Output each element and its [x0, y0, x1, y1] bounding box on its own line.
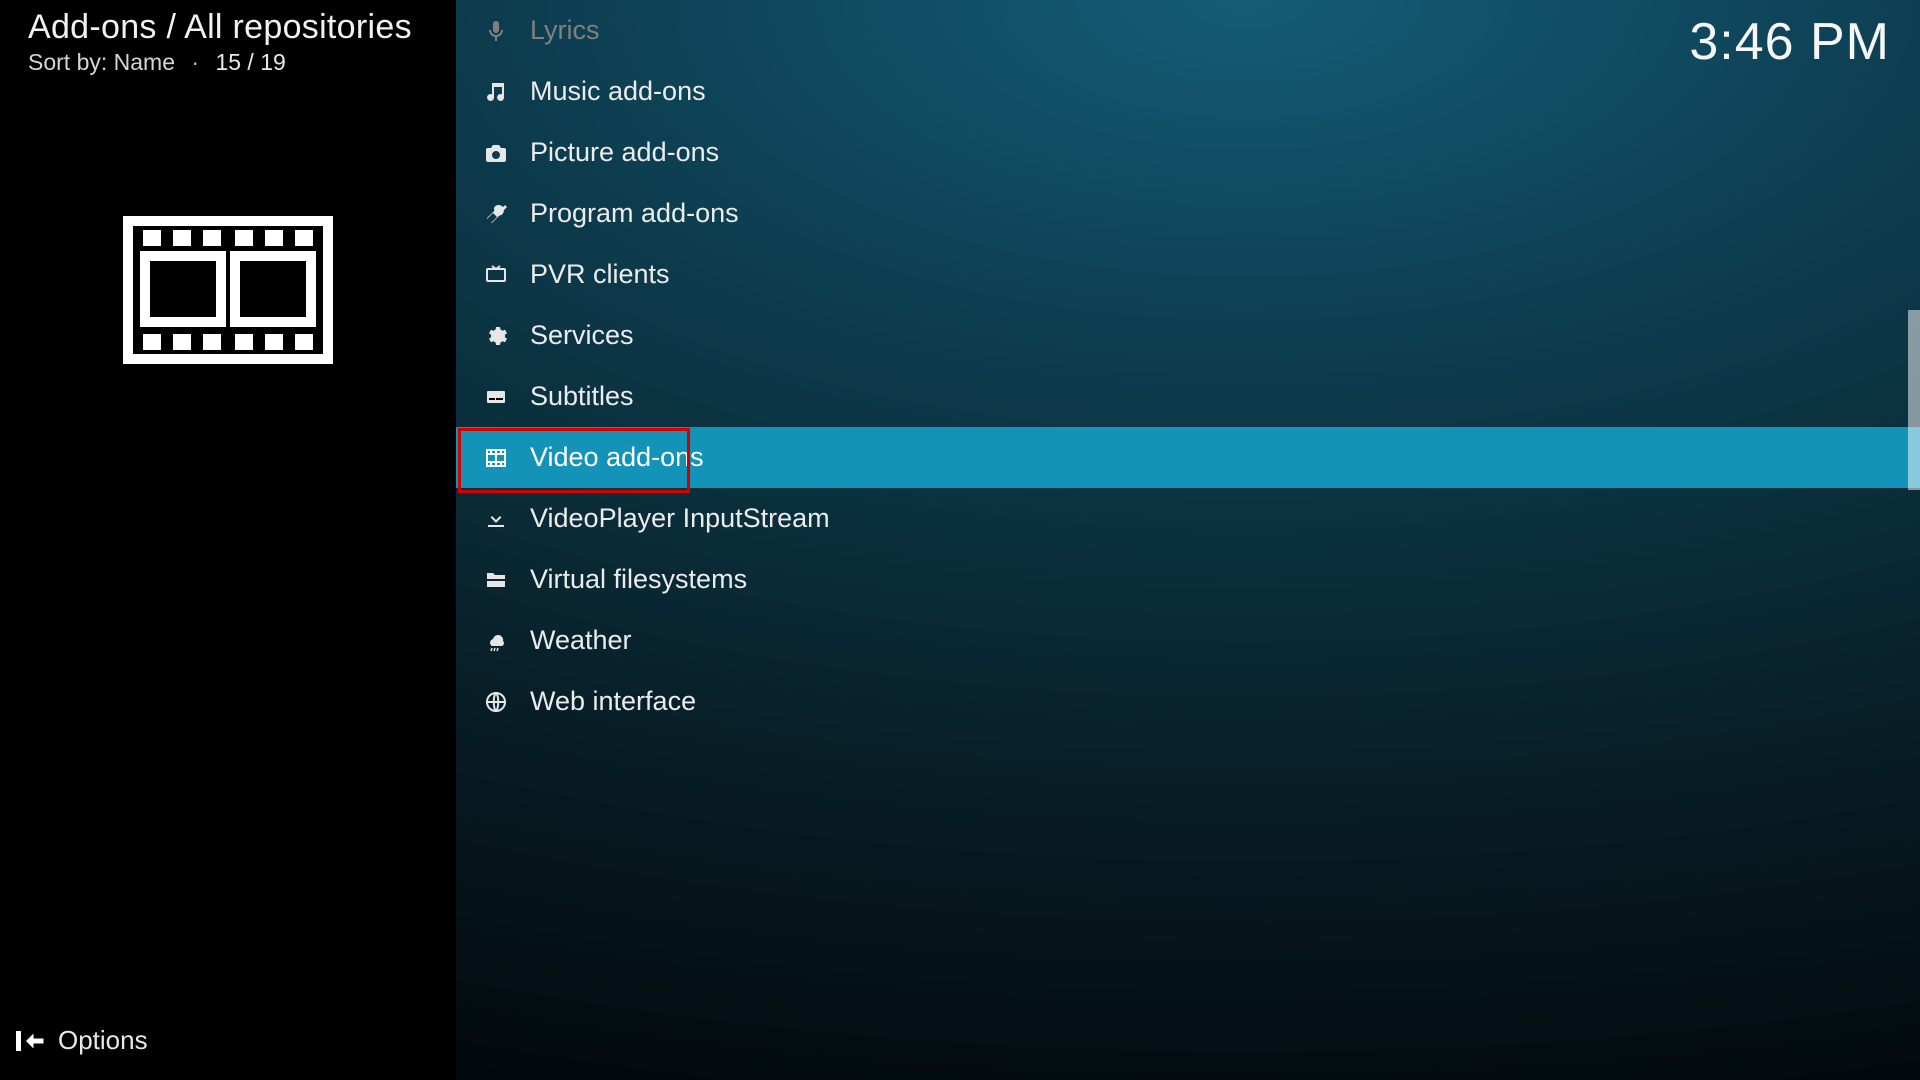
sidebar: Add-ons / All repositories Sort by: Name…	[0, 0, 456, 1080]
category-art-film-icon	[123, 216, 333, 364]
tools-icon	[476, 194, 516, 234]
list-item-picture-addons[interactable]: Picture add-ons	[456, 122, 1920, 183]
options-label: Options	[58, 1025, 148, 1056]
list-item-videoplayer-inputstream[interactable]: VideoPlayer InputStream	[456, 488, 1920, 549]
breadcrumb: Add-ons / All repositories	[0, 0, 456, 47]
sort-separator: ·	[191, 49, 199, 75]
weather-icon	[476, 621, 516, 661]
list-item-label: Lyrics	[530, 15, 600, 46]
options-icon	[16, 1026, 46, 1056]
list-item-label: Video add-ons	[530, 442, 704, 473]
list-item-label: Picture add-ons	[530, 137, 719, 168]
gear-icon	[476, 316, 516, 356]
list-item-subtitles[interactable]: Subtitles	[456, 366, 1920, 427]
clock: 3:46 PM	[1689, 12, 1890, 72]
list-item-label: Web interface	[530, 686, 696, 717]
list-position: 15 / 19	[215, 49, 285, 75]
list-item-program-addons[interactable]: Program add-ons	[456, 183, 1920, 244]
folder-tree-icon	[476, 560, 516, 600]
list-item-label: Program add-ons	[530, 198, 739, 229]
sort-label: Sort by: Name	[28, 49, 175, 75]
options-button[interactable]: Options	[0, 1009, 456, 1080]
list-item-label: Subtitles	[530, 381, 634, 412]
list-item-label: PVR clients	[530, 259, 670, 290]
list-item-video-addons[interactable]: Video add-ons	[456, 427, 1920, 488]
sidebar-spacer	[0, 364, 456, 1009]
category-list: Lyrics Music add-ons Picture add-ons Pro…	[456, 0, 1920, 732]
list-item-label: VideoPlayer InputStream	[530, 503, 830, 534]
list-item-label: Weather	[530, 625, 632, 656]
download-icon	[476, 499, 516, 539]
scrollbar-thumb[interactable]	[1908, 310, 1920, 490]
list-item-label: Services	[530, 320, 634, 351]
main-panel: Lyrics Music add-ons Picture add-ons Pro…	[456, 0, 1920, 1080]
list-item-virtual-filesystems[interactable]: Virtual filesystems	[456, 549, 1920, 610]
list-item-label: Virtual filesystems	[530, 564, 747, 595]
list-item-services[interactable]: Services	[456, 305, 1920, 366]
list-item-weather[interactable]: Weather	[456, 610, 1920, 671]
subtitles-icon	[476, 377, 516, 417]
globe-icon	[476, 682, 516, 722]
list-item-web-interface[interactable]: Web interface	[456, 671, 1920, 732]
music-note-icon	[476, 72, 516, 112]
microphone-icon	[476, 11, 516, 51]
list-item-label: Music add-ons	[530, 76, 706, 107]
list-item-pvr-clients[interactable]: PVR clients	[456, 244, 1920, 305]
sort-line: Sort by: Name · 15 / 19	[0, 47, 456, 76]
film-icon	[476, 438, 516, 478]
camera-icon	[476, 133, 516, 173]
tv-icon	[476, 255, 516, 295]
